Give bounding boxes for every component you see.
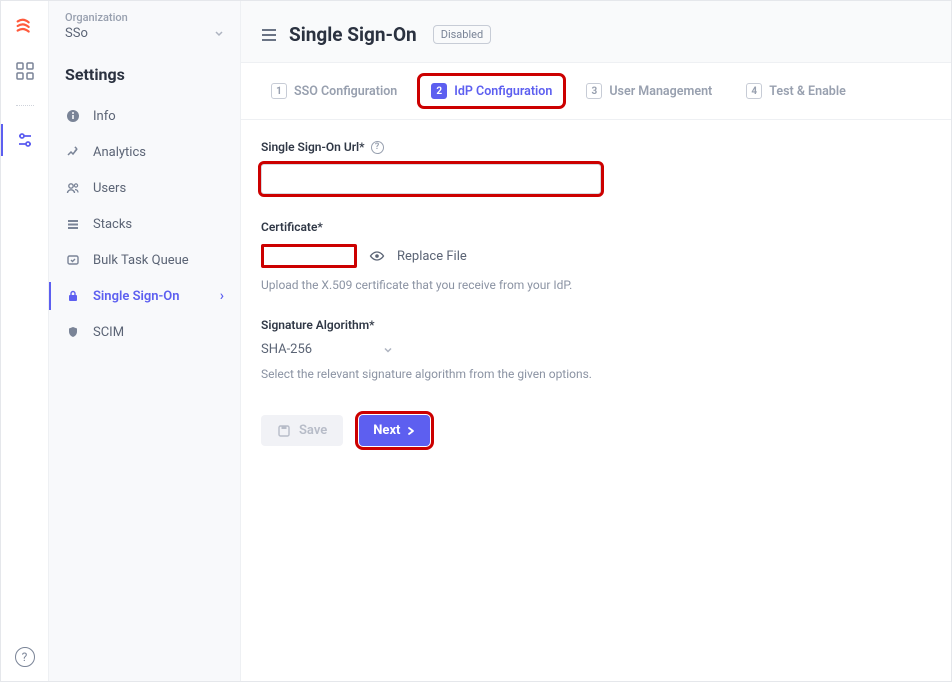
sidebar-item-sso[interactable]: Single Sign-On › xyxy=(49,278,240,314)
sidebar-item-analytics[interactable]: Analytics xyxy=(49,134,240,170)
sidebar-item-info[interactable]: Info xyxy=(49,98,240,134)
org-name: SSo xyxy=(65,26,88,41)
signature-helper: Select the relevant signature algorithm … xyxy=(261,367,841,381)
step-number: 2 xyxy=(431,83,447,99)
sidebar: Organization SSo Settings Info Analytics… xyxy=(49,1,241,681)
sidebar-item-label: Analytics xyxy=(93,145,146,160)
replace-file-link[interactable]: Replace File xyxy=(397,249,467,264)
certificate-file-slot[interactable] xyxy=(261,244,357,268)
save-button: Save xyxy=(261,415,343,446)
step-label: User Management xyxy=(609,84,712,99)
sidebar-item-users[interactable]: Users xyxy=(49,170,240,206)
settings-icon[interactable] xyxy=(15,130,35,150)
chevron-down-icon xyxy=(382,344,394,356)
save-icon xyxy=(277,424,291,438)
sidebar-item-label: Info xyxy=(93,109,116,124)
help-icon[interactable]: ? xyxy=(15,647,35,667)
stacks-icon xyxy=(65,216,81,232)
settings-title: Settings xyxy=(49,57,240,98)
idp-form: Single Sign-On Url* ? Certificate* Repla… xyxy=(241,120,861,466)
step-tabs: 1 SSO Configuration 2 IdP Configuration … xyxy=(241,63,951,120)
sso-url-input[interactable] xyxy=(261,164,601,194)
info-icon xyxy=(65,108,81,124)
save-label: Save xyxy=(299,423,327,438)
main: Single Sign-On Disabled 1 SSO Configurat… xyxy=(241,1,951,681)
brand-logo xyxy=(14,15,36,37)
certificate-label: Certificate* xyxy=(261,220,841,234)
eye-icon[interactable] xyxy=(369,248,385,264)
next-button[interactable]: Next xyxy=(359,415,430,446)
signature-algorithm-label: Signature Algorithm* xyxy=(261,318,841,332)
tab-idp-configuration[interactable]: 2 IdP Configuration xyxy=(421,77,562,105)
step-number: 1 xyxy=(271,83,287,99)
shield-icon xyxy=(65,324,81,340)
step-number: 4 xyxy=(746,83,762,99)
tab-sso-configuration[interactable]: 1 SSO Configuration xyxy=(261,77,407,105)
help-tooltip-icon[interactable]: ? xyxy=(371,141,384,154)
chevron-right-icon xyxy=(406,426,416,436)
sidebar-item-label: Users xyxy=(93,181,126,196)
lock-icon xyxy=(65,288,81,304)
step-label: IdP Configuration xyxy=(454,84,552,99)
step-label: SSO Configuration xyxy=(294,84,397,99)
next-label: Next xyxy=(373,423,400,438)
chevron-down-icon xyxy=(214,29,224,39)
step-number: 3 xyxy=(586,83,602,99)
sidebar-item-scim[interactable]: SCIM xyxy=(49,314,240,350)
page-header: Single Sign-On Disabled xyxy=(241,1,951,63)
status-badge: Disabled xyxy=(433,25,491,44)
tab-test-enable[interactable]: 4 Test & Enable xyxy=(736,77,856,105)
org-selector[interactable]: SSo xyxy=(65,26,224,41)
org-label: Organization xyxy=(65,11,224,24)
sso-url-label: Single Sign-On Url* ? xyxy=(261,140,841,154)
left-rail: ? xyxy=(1,1,49,681)
step-label: Test & Enable xyxy=(769,84,846,99)
page-title: Single Sign-On xyxy=(289,23,417,46)
dashboard-icon[interactable] xyxy=(15,61,35,81)
sidebar-item-label: Stacks xyxy=(93,217,132,232)
sidebar-item-bulk-task-queue[interactable]: Bulk Task Queue xyxy=(49,242,240,278)
users-icon xyxy=(65,180,81,196)
select-value: SHA-256 xyxy=(261,342,312,357)
menu-icon[interactable] xyxy=(261,28,277,42)
queue-icon xyxy=(65,252,81,268)
signature-algorithm-select[interactable]: SHA-256 xyxy=(261,342,841,357)
certificate-helper: Upload the X.509 certificate that you re… xyxy=(261,278,841,292)
chevron-right-icon: › xyxy=(220,288,224,304)
sidebar-item-label: Bulk Task Queue xyxy=(93,253,189,268)
analytics-icon xyxy=(65,144,81,160)
tab-user-management[interactable]: 3 User Management xyxy=(576,77,722,105)
rail-divider xyxy=(16,105,34,106)
sidebar-item-stacks[interactable]: Stacks xyxy=(49,206,240,242)
sidebar-item-label: Single Sign-On xyxy=(93,289,180,304)
sidebar-item-label: SCIM xyxy=(93,325,124,340)
